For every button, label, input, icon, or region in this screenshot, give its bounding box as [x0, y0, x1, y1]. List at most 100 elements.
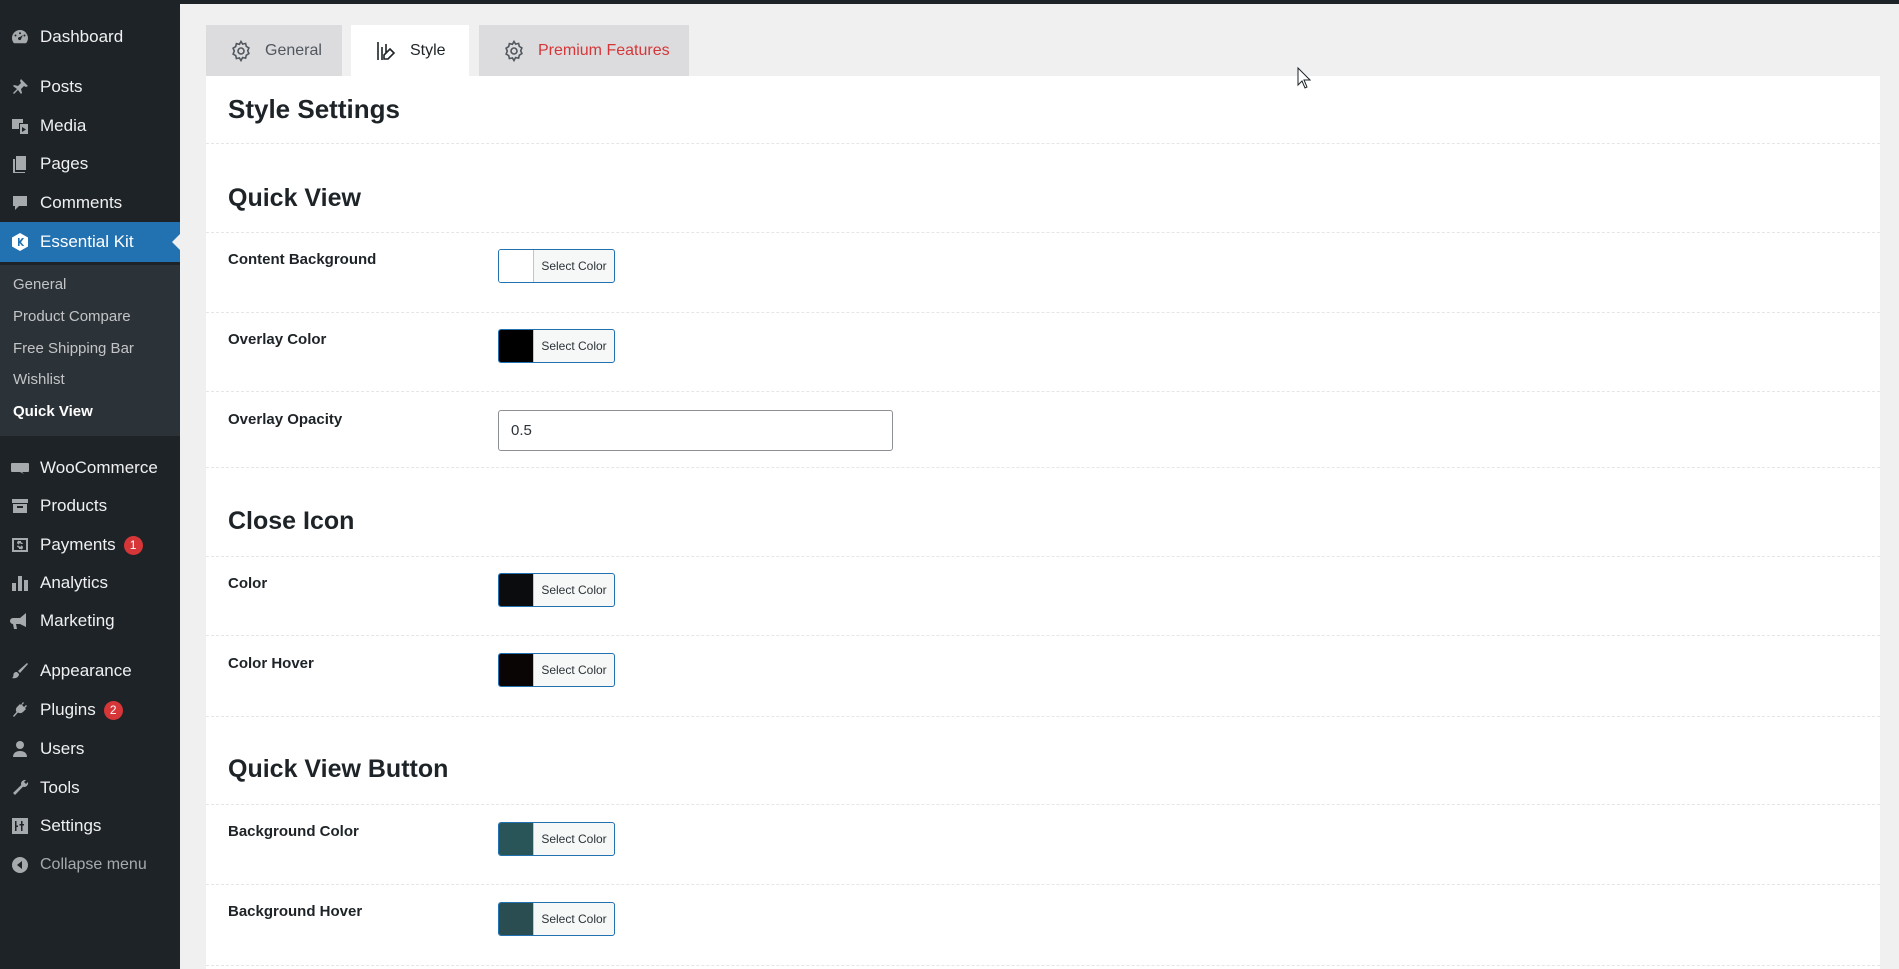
- pin-icon: [10, 77, 30, 97]
- submenu-item-free-shipping-bar[interactable]: Free Shipping Bar: [13, 336, 134, 360]
- sidebar-item-woocommerce[interactable]: WooCommerce: [0, 450, 180, 486]
- sidebar-item-marketing[interactable]: Marketing: [0, 603, 180, 639]
- sidebar-item-label: Pages: [40, 154, 89, 173]
- chart-icon: [10, 573, 30, 593]
- submenu-item-general[interactable]: General: [13, 272, 66, 296]
- divider: [206, 965, 1880, 966]
- megaphone-icon: [10, 611, 30, 631]
- button-background-color-label: Background Color: [228, 823, 359, 840]
- section-title-quick-view-button: Quick View Button: [228, 755, 449, 783]
- select-color-label: Select Color: [541, 339, 607, 353]
- admin-top-bar: [180, 0, 1899, 4]
- gear-icon: [502, 39, 526, 63]
- select-color-label: Select Color: [541, 912, 607, 926]
- sidebar-item-label: Marketing: [40, 611, 115, 630]
- sidebar-item-posts[interactable]: Posts: [0, 69, 180, 105]
- sidebar-item-products[interactable]: Products: [0, 488, 180, 524]
- sidebar-item-label: Appearance: [40, 661, 132, 680]
- overlay-color-label: Overlay Color: [228, 331, 327, 348]
- close-icon-color-hover-picker[interactable]: Select Color: [498, 653, 615, 687]
- overlay-color-picker[interactable]: Select Color: [498, 329, 615, 363]
- color-swatch: [499, 903, 534, 935]
- sidebar-item-label: Users: [40, 739, 85, 758]
- button-background-color-picker[interactable]: Select Color: [498, 822, 615, 856]
- divider: [206, 232, 1880, 233]
- sidebar-item-comments[interactable]: Comments: [0, 185, 180, 221]
- payments-count-badge: 1: [123, 535, 143, 555]
- sidebar-item-label: Dashboard: [40, 27, 124, 46]
- select-color-label: Select Color: [541, 583, 607, 597]
- admin-sidebar: Dashboard Posts Media Pages Comments Ess…: [0, 0, 180, 969]
- tab-general[interactable]: General: [206, 25, 342, 76]
- tab-style[interactable]: Style: [351, 25, 469, 76]
- archive-icon: [10, 496, 30, 516]
- comment-icon: [10, 193, 30, 213]
- sidebar-item-tools[interactable]: Tools: [0, 770, 180, 806]
- sidebar-item-users[interactable]: Users: [0, 731, 180, 767]
- sidebar-item-label: Comments: [40, 193, 123, 212]
- plug-icon: [10, 700, 30, 720]
- sidebar-item-settings[interactable]: Settings: [0, 808, 180, 844]
- payments-icon: [10, 535, 30, 555]
- collapse-menu-button[interactable]: Collapse menu: [0, 847, 180, 883]
- submenu-item-product-compare[interactable]: Product Compare: [13, 304, 131, 328]
- dashboard-icon: [10, 27, 30, 47]
- button-background-hover-picker[interactable]: Select Color: [498, 902, 615, 936]
- divider: [206, 143, 1880, 144]
- sidebar-item-label: Media: [40, 116, 87, 135]
- divider: [206, 312, 1880, 313]
- color-swatch: [499, 330, 534, 362]
- color-swatch: [499, 823, 534, 855]
- divider: [206, 716, 1880, 717]
- tab-premium-features[interactable]: Premium Features: [479, 25, 689, 76]
- overlay-opacity-input[interactable]: [498, 410, 893, 451]
- page-title: Style Settings: [228, 94, 400, 124]
- sidebar-item-pages[interactable]: Pages: [0, 146, 180, 182]
- sidebar-item-label: Tools: [40, 778, 80, 797]
- sidebar-item-payments[interactable]: Payments 1: [0, 527, 180, 563]
- content-background-label: Content Background: [228, 251, 377, 268]
- color-swatch: [499, 574, 534, 606]
- divider: [206, 804, 1880, 805]
- section-title-close-icon: Close Icon: [228, 507, 355, 535]
- sidebar-item-appearance[interactable]: Appearance: [0, 653, 180, 689]
- sidebar-item-media[interactable]: Media: [0, 108, 180, 144]
- sidebar-item-dashboard[interactable]: Dashboard: [0, 19, 180, 55]
- button-background-hover-label: Background Hover: [228, 903, 363, 920]
- overlay-opacity-label: Overlay Opacity: [228, 411, 343, 428]
- sidebar-item-plugins[interactable]: Plugins 2: [0, 692, 180, 728]
- select-color-label: Select Color: [541, 832, 607, 846]
- close-icon-color-picker[interactable]: Select Color: [498, 573, 615, 607]
- tab-label: General: [265, 41, 322, 59]
- select-color-label: Select Color: [541, 663, 607, 677]
- sidebar-item-label: WooCommerce: [40, 458, 158, 477]
- sidebar-item-analytics[interactable]: Analytics: [0, 565, 180, 601]
- wrench-icon: [10, 778, 30, 798]
- collapse-icon: [10, 855, 30, 875]
- sidebar-item-label: Posts: [40, 77, 83, 96]
- pages-icon: [10, 154, 30, 174]
- style-settings-panel: Style Settings Quick View Content Backgr…: [206, 76, 1880, 969]
- sliders-icon: [10, 816, 30, 836]
- color-swatch: [499, 654, 534, 686]
- sidebar-item-label: Payments: [40, 535, 116, 554]
- woo-icon: [10, 458, 30, 478]
- close-icon-color-hover-label: Color Hover: [228, 655, 314, 672]
- divider: [206, 556, 1880, 557]
- brush-icon: [10, 661, 30, 681]
- essential-kit-submenu: General Product Compare Free Shipping Ba…: [0, 265, 180, 436]
- submenu-item-quick-view[interactable]: Quick View: [13, 399, 93, 423]
- sidebar-item-essential-kit[interactable]: Essential Kit: [0, 222, 180, 262]
- divider: [206, 467, 1880, 468]
- divider: [206, 884, 1880, 885]
- sidebar-item-label: Settings: [40, 816, 102, 835]
- close-icon-color-label: Color: [228, 575, 268, 592]
- gear-icon: [229, 39, 253, 63]
- submenu-item-wishlist[interactable]: Wishlist: [13, 367, 65, 391]
- mouse-cursor-icon: [1297, 67, 1311, 89]
- select-color-label: Select Color: [541, 259, 607, 273]
- section-title-quick-view: Quick View: [228, 184, 361, 212]
- essential-kit-icon: [10, 232, 30, 252]
- media-icon: [10, 116, 30, 136]
- content-background-color-picker[interactable]: Select Color: [498, 249, 615, 283]
